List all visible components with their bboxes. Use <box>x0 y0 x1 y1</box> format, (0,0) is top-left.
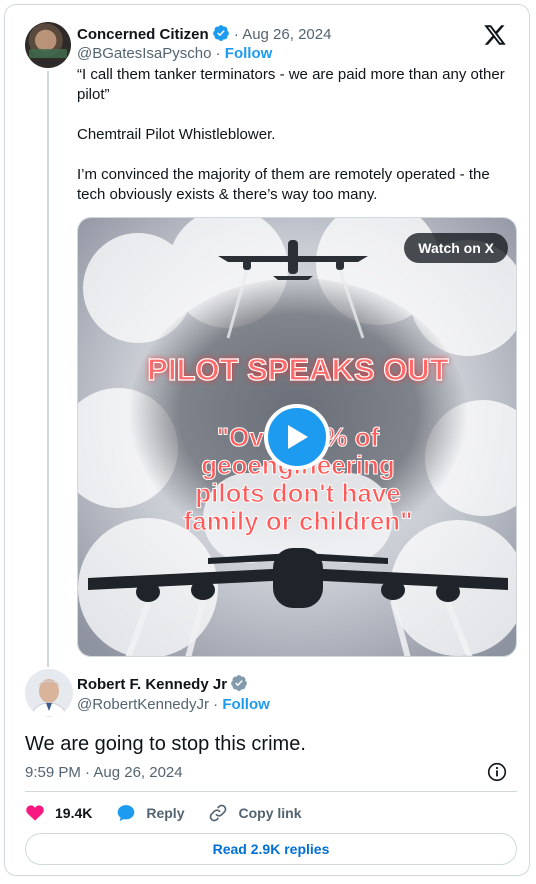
info-icon[interactable] <box>487 762 507 782</box>
heart-icon <box>26 805 44 821</box>
video-thumbnail[interactable]: PILOT SPEAKS OUT PILOT SPEAKS OUT "Over … <box>77 217 517 657</box>
watch-on-x-button[interactable]: Watch on X <box>404 233 508 263</box>
copy-link-label: Copy link <box>238 805 302 821</box>
copy-link-button[interactable]: Copy link <box>208 803 302 823</box>
quoted-tweet-paragraph: Chemtrail Pilot Whistleblower. <box>77 126 276 143</box>
overlay-title: PILOT SPEAKS OUT <box>147 352 448 387</box>
action-bar: 19.4K Reply Copy link <box>25 802 326 824</box>
author-name[interactable]: Robert F. Kennedy Jr <box>77 676 227 693</box>
quoted-author-name[interactable]: Concerned Citizen <box>77 26 209 43</box>
quoted-tweet-date[interactable]: · Aug 26, 2024 <box>234 26 332 43</box>
x-logo-icon[interactable] <box>483 23 507 47</box>
quoted-follow-link[interactable]: Follow <box>225 45 273 62</box>
overlay-quote-line: pilots don't have <box>195 478 401 508</box>
separator-dot: · <box>211 45 225 62</box>
reply-button[interactable]: Reply <box>116 803 184 823</box>
play-button[interactable] <box>264 404 330 470</box>
quoted-author-handle[interactable]: @BGatesIsaPyscho <box>77 45 211 62</box>
link-icon <box>210 804 227 822</box>
author-avatar[interactable] <box>25 669 73 717</box>
play-icon <box>288 425 308 449</box>
tweet-embed-card: Concerned Citizen · Aug 26, 2024 @BGates… <box>4 4 530 876</box>
reply-label: Reply <box>146 805 185 821</box>
divider <box>25 791 517 792</box>
quoted-tweet-paragraph: I’m convinced the majority of them are r… <box>77 166 490 203</box>
quoted-author-avatar[interactable] <box>25 22 71 68</box>
quoted-tweet-text: “I call them tanker terminators - we are… <box>77 65 517 225</box>
follow-link[interactable]: Follow <box>222 696 270 713</box>
tweet-timestamp[interactable]: 9:59 PM · Aug 26, 2024 <box>25 763 183 783</box>
quoted-handle-row: @BGatesIsaPyscho · Follow <box>77 44 272 64</box>
reply-bubble-icon <box>118 805 135 822</box>
overlay-quote-line: family or children" <box>183 506 412 536</box>
thread-connector-line <box>47 71 49 667</box>
like-button[interactable]: 19.4K <box>25 803 92 823</box>
quoted-tweet-paragraph: “I call them tanker terminators - we are… <box>77 66 505 103</box>
tweet-text: We are going to stop this crime. <box>25 733 306 755</box>
separator-dot: · <box>208 696 223 713</box>
read-replies-button[interactable]: Read 2.9K replies <box>25 833 517 865</box>
author-handle[interactable]: @RobertKennedyJr <box>77 696 209 713</box>
handle-row: @RobertKennedyJr · Follow <box>77 695 270 715</box>
like-count: 19.4K <box>55 805 93 821</box>
